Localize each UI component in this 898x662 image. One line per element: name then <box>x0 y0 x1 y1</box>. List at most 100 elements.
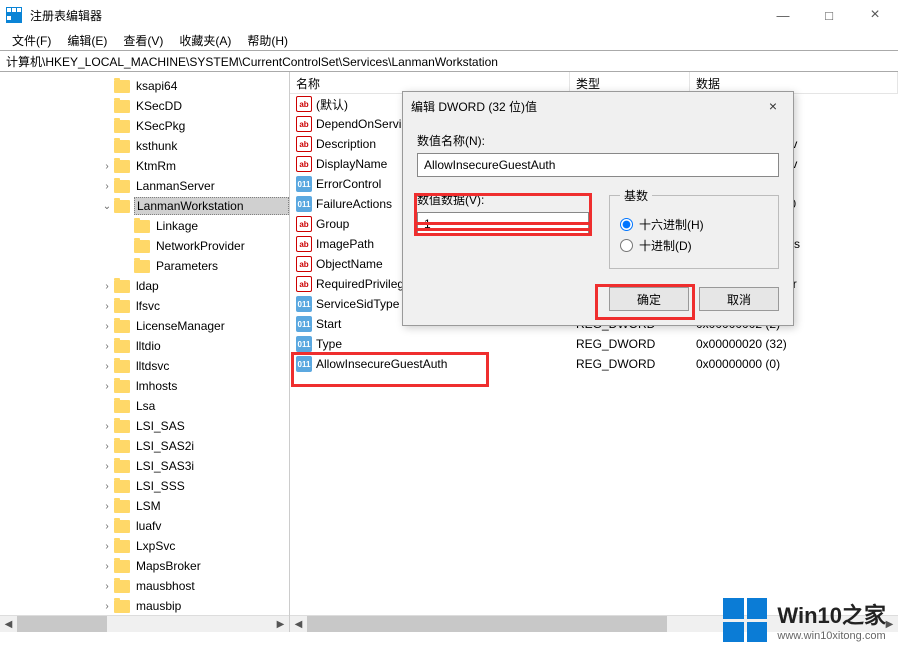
chevron-right-icon[interactable]: › <box>100 161 114 172</box>
value-row[interactable]: 011TypeREG_DWORD0x00000020 (32) <box>290 334 898 354</box>
tree-node[interactable]: ksapi64 <box>0 76 289 96</box>
tree-node[interactable]: › LSI_SAS3i <box>0 456 289 476</box>
chevron-right-icon[interactable]: › <box>100 601 114 612</box>
tree-node[interactable]: ›lmhosts <box>0 376 289 396</box>
chevron-right-icon[interactable]: › <box>100 361 114 372</box>
folder-icon <box>114 200 130 213</box>
chevron-right-icon[interactable]: › <box>100 281 114 292</box>
menu-help[interactable]: 帮助(H) <box>239 30 296 51</box>
value-name: ErrorControl <box>316 177 381 191</box>
chevron-right-icon[interactable]: › <box>100 341 114 352</box>
value-name: (默认) <box>316 96 348 113</box>
tree-label: LSI_SAS3i <box>134 458 289 474</box>
chevron-right-icon[interactable]: › <box>100 561 114 572</box>
chevron-right-icon[interactable]: › <box>100 461 114 472</box>
menu-file[interactable]: 文件(F) <box>4 30 59 51</box>
string-value-icon: ab <box>296 216 312 232</box>
address-bar[interactable]: 计算机\HKEY_LOCAL_MACHINE\SYSTEM\CurrentCon… <box>0 50 898 72</box>
value-row[interactable]: 011AllowInsecureGuestAuthREG_DWORD0x0000… <box>290 354 898 374</box>
chevron-right-icon[interactable]: › <box>100 501 114 512</box>
close-button[interactable]: × <box>852 0 898 30</box>
value-data-input[interactable] <box>417 212 589 236</box>
tree-label: mausbhost <box>134 578 289 594</box>
binary-value-icon: 011 <box>296 296 312 312</box>
tree-node[interactable]: NetworkProvider <box>0 236 289 256</box>
tree-node[interactable]: ›KtmRm <box>0 156 289 176</box>
radio-dec[interactable]: 十进制(D) <box>620 237 768 254</box>
chevron-right-icon[interactable]: › <box>100 541 114 552</box>
tree-label: KSecPkg <box>134 118 289 134</box>
maximize-button[interactable]: □ <box>806 0 852 30</box>
tree-label: ksthunk <box>134 138 289 154</box>
tree[interactable]: ksapi64 KSecDD KSecPkg ksthunk ›KtmRm›Lanman… <box>0 72 289 632</box>
tree-label: lltdio <box>134 338 289 354</box>
tree-node[interactable]: ›LSI_SSS <box>0 476 289 496</box>
tree-node[interactable]: ›lfsvc <box>0 296 289 316</box>
radio-hex[interactable]: 十六进制(H) <box>620 216 768 233</box>
chevron-right-icon[interactable]: › <box>100 321 114 332</box>
tree-label: Lsa <box>134 398 289 414</box>
scroll-left-icon[interactable]: ◀ <box>0 616 17 632</box>
value-data: 0x00000020 (32) <box>690 336 898 352</box>
column-type[interactable]: 类型 <box>570 72 690 93</box>
folder-icon <box>114 440 130 453</box>
chevron-right-icon[interactable]: › <box>100 301 114 312</box>
name-input[interactable] <box>417 153 779 177</box>
tree-node[interactable]: KSecDD <box>0 96 289 116</box>
chevron-right-icon[interactable]: › <box>100 521 114 532</box>
value-type: REG_DWORD <box>570 336 690 352</box>
tree-node[interactable]: ›LSI_SAS <box>0 416 289 436</box>
tree-node[interactable]: ⌄LanmanWorkstation <box>0 196 289 216</box>
radio-dec-input[interactable] <box>620 239 633 252</box>
tree-scrollbar-h[interactable]: ◀ ▶ <box>0 615 289 632</box>
scroll-left-icon[interactable]: ◀ <box>290 616 307 632</box>
scroll-thumb[interactable] <box>307 616 667 632</box>
folder-icon <box>134 240 150 253</box>
chevron-right-icon[interactable]: › <box>100 481 114 492</box>
tree-node[interactable]: ksthunk <box>0 136 289 156</box>
value-type: REG_DWORD <box>570 356 690 372</box>
tree-node[interactable]: › lltdio <box>0 336 289 356</box>
column-name[interactable]: 名称 <box>290 72 570 93</box>
tree-node[interactable]: Parameters <box>0 256 289 276</box>
tree-label: KSecDD <box>134 98 289 114</box>
tree-node[interactable]: ›luafv <box>0 516 289 536</box>
cancel-button[interactable]: 取消 <box>699 287 779 311</box>
tree-node[interactable]: KSecPkg <box>0 116 289 136</box>
value-data: 0x00000000 (0) <box>690 356 898 372</box>
tree-node[interactable]: ›MapsBroker <box>0 556 289 576</box>
tree-node[interactable]: ›LicenseManager <box>0 316 289 336</box>
tree-label: LSM <box>134 498 289 514</box>
tree-node[interactable]: ›LxpSvc <box>0 536 289 556</box>
chevron-right-icon[interactable]: › <box>100 441 114 452</box>
menu-edit[interactable]: 编辑(E) <box>59 30 115 51</box>
tree-node[interactable]: ›LanmanServer <box>0 176 289 196</box>
tree-node[interactable]: Lsa <box>0 396 289 416</box>
binary-value-icon: 011 <box>296 316 312 332</box>
dialog-close-button[interactable]: × <box>761 98 785 114</box>
tree-node[interactable]: ›LSI_SAS2i <box>0 436 289 456</box>
chevron-right-icon[interactable]: › <box>100 421 114 432</box>
chevron-right-icon[interactable]: › <box>100 181 114 192</box>
tree-node[interactable]: ›lltdsvc <box>0 356 289 376</box>
tree-node[interactable]: ›mausbip <box>0 596 289 616</box>
chevron-right-icon[interactable]: › <box>100 381 114 392</box>
folder-icon <box>114 560 130 573</box>
column-data[interactable]: 数据 <box>690 72 898 93</box>
folder-icon <box>114 520 130 533</box>
menu-fav[interactable]: 收藏夹(A) <box>171 30 239 51</box>
tree-node[interactable]: Linkage <box>0 216 289 236</box>
radio-hex-input[interactable] <box>620 218 633 231</box>
minimize-button[interactable]: — <box>760 0 806 30</box>
menu-view[interactable]: 查看(V) <box>115 30 171 51</box>
chevron-right-icon[interactable]: › <box>100 581 114 592</box>
ok-button[interactable]: 确定 <box>609 287 689 311</box>
chevron-down-icon[interactable]: ⌄ <box>100 201 114 212</box>
tree-node[interactable]: ›ldap <box>0 276 289 296</box>
scroll-right-icon[interactable]: ▶ <box>272 616 289 632</box>
dialog-titlebar[interactable]: 编辑 DWORD (32 位)值 × <box>403 92 793 120</box>
tree-node[interactable]: › mausbhost <box>0 576 289 596</box>
scroll-thumb[interactable] <box>17 616 107 632</box>
tree-node[interactable]: › LSM <box>0 496 289 516</box>
folder-icon <box>114 160 130 173</box>
